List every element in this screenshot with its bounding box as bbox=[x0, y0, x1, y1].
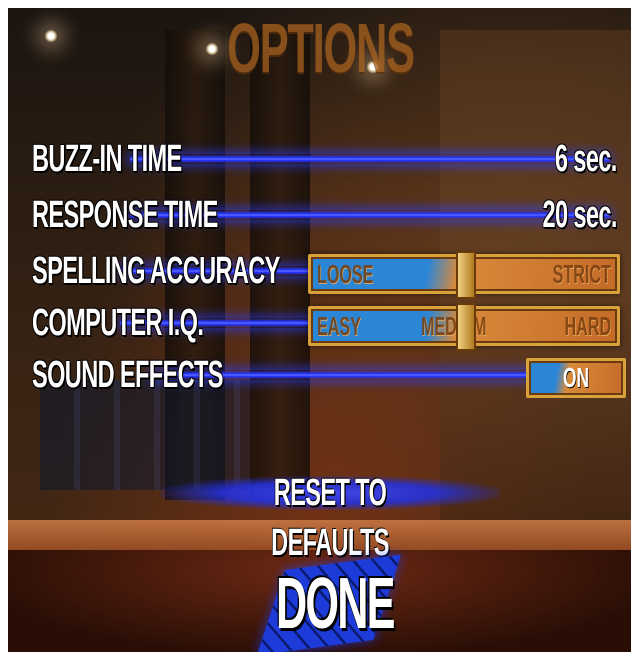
slider-knob[interactable] bbox=[456, 251, 476, 299]
spelling-accuracy-slider[interactable]: LOOSE STRICT bbox=[308, 251, 620, 299]
sound-effects-toggle[interactable]: ON bbox=[526, 358, 626, 398]
option-value[interactable]: 20 sec. bbox=[543, 192, 618, 238]
reset-to-defaults-button[interactable]: RESET TO DEFAULTS bbox=[160, 468, 500, 564]
option-row-response-time[interactable]: RESPONSE TIME 20 sec. bbox=[0, 192, 641, 238]
slider-stop-label: MEDIUM bbox=[421, 311, 487, 341]
page-title: OPTIONS bbox=[227, 9, 415, 87]
slider-knob[interactable] bbox=[456, 303, 476, 351]
options-screen: OPTIONS BUZZ-IN TIME 6 sec. RESPONSE TIM… bbox=[0, 0, 641, 652]
computer-iq-slider[interactable]: EASY MEDIUM HARD bbox=[308, 303, 620, 351]
slider-stop-label: EASY bbox=[317, 311, 361, 341]
option-label: SPELLING ACCURACY bbox=[32, 250, 280, 292]
option-row-spelling-accuracy: SPELLING ACCURACY LOOSE STRICT bbox=[0, 248, 641, 299]
done-button[interactable]: DONE bbox=[240, 554, 420, 652]
option-row-sound-effects: SOUND EFFECTS ON bbox=[0, 352, 641, 398]
option-label: RESPONSE TIME bbox=[32, 194, 218, 236]
slider-stop-label: STRICT bbox=[552, 259, 611, 289]
ceiling-light-icon bbox=[44, 29, 58, 43]
option-row-computer-iq: COMPUTER I.Q. EASY MEDIUM HARD bbox=[0, 300, 641, 351]
slider-stop-label: HARD bbox=[564, 311, 611, 341]
option-value[interactable]: 6 sec. bbox=[555, 136, 617, 182]
option-label: COMPUTER I.Q. bbox=[32, 302, 204, 344]
reset-button-label: RESET TO DEFAULTS bbox=[271, 472, 389, 564]
option-row-buzz-in-time[interactable]: BUZZ-IN TIME 6 sec. bbox=[0, 136, 641, 182]
done-button-label: DONE bbox=[276, 564, 395, 644]
option-label: SOUND EFFECTS bbox=[32, 354, 224, 396]
option-beam bbox=[130, 154, 610, 164]
option-label: BUZZ-IN TIME bbox=[32, 138, 182, 180]
toggle-label: ON bbox=[562, 362, 590, 393]
slider-stop-label: LOOSE bbox=[317, 259, 374, 289]
